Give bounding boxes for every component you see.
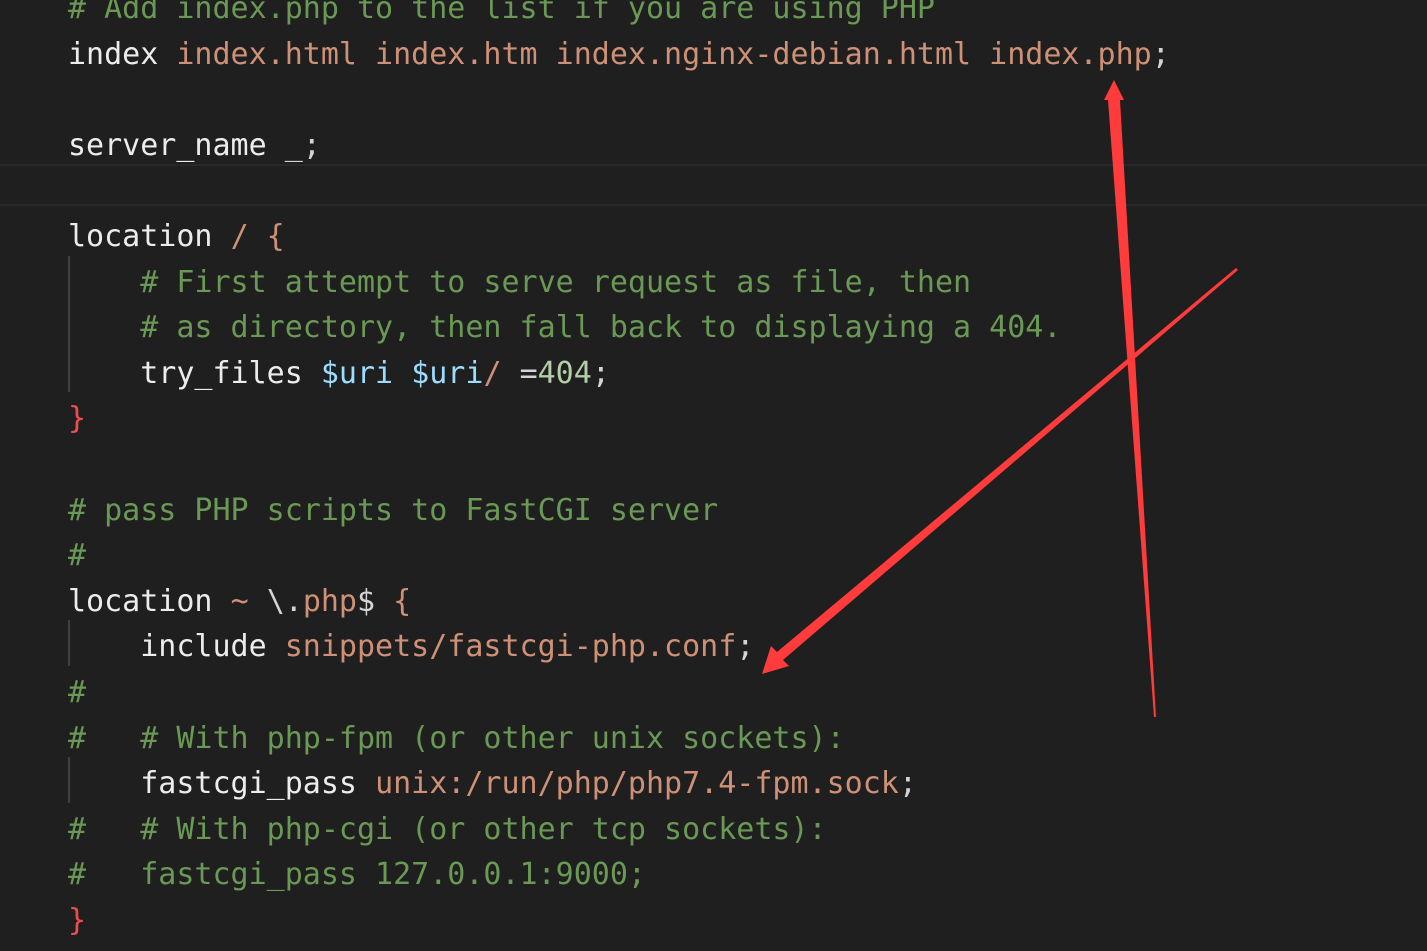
code-token-ws bbox=[213, 219, 231, 254]
code-token-comment: # # With php-fpm (or other unix sockets)… bbox=[68, 720, 845, 756]
code-line[interactable]: try_files $uri $uri/ =404; bbox=[68, 351, 610, 397]
code-line[interactable]: # # With php-fpm (or other unix sockets)… bbox=[68, 716, 845, 762]
code-token-regex: php bbox=[302, 583, 357, 619]
code-token-comment: # bbox=[68, 538, 87, 574]
code-token-punct: ; bbox=[898, 766, 917, 802]
code-line[interactable]: } bbox=[68, 898, 86, 944]
code-token-string: / bbox=[483, 355, 502, 391]
code-token-punct: _; bbox=[284, 127, 321, 163]
code-line[interactable]: # bbox=[68, 670, 86, 716]
code-token-directive: index bbox=[68, 36, 159, 72]
code-token-ws bbox=[267, 629, 285, 664]
code-token-punct: = bbox=[519, 355, 538, 391]
code-line[interactable]: # bbox=[68, 533, 86, 579]
code-token-string: unix:/run/php/php7.4-fpm.sock bbox=[375, 766, 899, 802]
code-token-brace-red: } bbox=[68, 401, 87, 437]
code-token-comment: # fastcgi_pass 127.0.0.1:9000; bbox=[68, 857, 646, 893]
code-token-string: ~ bbox=[230, 583, 267, 619]
code-line[interactable]: # fastcgi_pass 127.0.0.1:9000; bbox=[68, 852, 646, 898]
code-token-punct: ; bbox=[736, 629, 755, 665]
code-line[interactable]: index index.html index.htm index.nginx-d… bbox=[68, 32, 1170, 78]
code-line[interactable]: } bbox=[68, 396, 86, 442]
code-token-var: $uri bbox=[411, 355, 484, 391]
code-token-comment: # as directory, then fall back to displa… bbox=[140, 310, 1062, 346]
code-line[interactable]: fastcgi_pass unix:/run/php/php7.4-fpm.so… bbox=[68, 761, 917, 807]
code-token-punct: $ bbox=[357, 583, 376, 619]
code-token-ws bbox=[502, 356, 520, 391]
code-token-punct: \. bbox=[266, 583, 303, 619]
code-token-string: / { bbox=[230, 219, 285, 254]
code-token-comment: # pass PHP scripts to FastCGI server bbox=[68, 492, 719, 528]
code-token-comment: # # With php-cgi (or other tcp sockets): bbox=[68, 811, 827, 847]
code-token-ws bbox=[68, 265, 140, 300]
code-editor[interactable]: # Add index.php to the list if you are u… bbox=[0, 0, 1427, 951]
code-token-string: index.html index.htm index.nginx-debian.… bbox=[176, 36, 1152, 72]
code-line[interactable]: # pass PHP scripts to FastCGI server bbox=[68, 488, 718, 534]
code-token-string: snippets/fastcgi-php.conf bbox=[284, 629, 737, 665]
code-token-directive: try_files bbox=[140, 355, 303, 391]
code-token-directive: server_name bbox=[68, 127, 267, 163]
code-token-directive: fastcgi_pass bbox=[140, 766, 357, 802]
code-token-punct: ; bbox=[1151, 36, 1170, 72]
code-line[interactable]: location ~ \.php$ { bbox=[68, 579, 411, 625]
code-token-brace-red: } bbox=[68, 903, 87, 938]
code-token-comment: # Add index.php to the list if you are u… bbox=[68, 0, 935, 26]
code-line[interactable]: # as directory, then fall back to displa… bbox=[68, 305, 1061, 351]
code-token-ws bbox=[158, 37, 176, 72]
code-token-directive: location bbox=[68, 219, 213, 254]
code-token-ws bbox=[68, 356, 140, 391]
code-token-ws bbox=[68, 310, 140, 345]
code-token-directive: include bbox=[140, 629, 267, 665]
code-line[interactable]: server_name _; bbox=[68, 123, 321, 169]
code-token-ws bbox=[267, 128, 285, 163]
code-token-string: { bbox=[393, 583, 412, 619]
code-token-punct: ; bbox=[591, 355, 610, 391]
code-token-ws bbox=[375, 584, 393, 619]
code-token-directive: location bbox=[68, 583, 213, 619]
code-line[interactable]: location / { bbox=[68, 214, 285, 260]
code-token-ws bbox=[213, 584, 231, 619]
code-line[interactable]: # First attempt to serve request as file… bbox=[68, 260, 971, 306]
current-line-highlight bbox=[0, 164, 1427, 206]
code-token-ws bbox=[68, 629, 140, 664]
code-line[interactable]: # # With php-cgi (or other tcp sockets): bbox=[68, 807, 827, 853]
code-token-comment: # First attempt to serve request as file… bbox=[140, 264, 972, 300]
code-token-comment: # bbox=[68, 675, 87, 710]
code-token-ws bbox=[393, 356, 411, 391]
code-token-number: 404 bbox=[537, 355, 592, 391]
code-token-ws bbox=[303, 356, 321, 391]
code-token-var: $uri bbox=[320, 355, 394, 391]
code-token-ws bbox=[68, 766, 140, 801]
code-line[interactable]: # Add index.php to the list if you are u… bbox=[68, 0, 935, 32]
code-line[interactable]: include snippets/fastcgi-php.conf; bbox=[68, 624, 754, 670]
code-token-ws bbox=[357, 766, 375, 801]
